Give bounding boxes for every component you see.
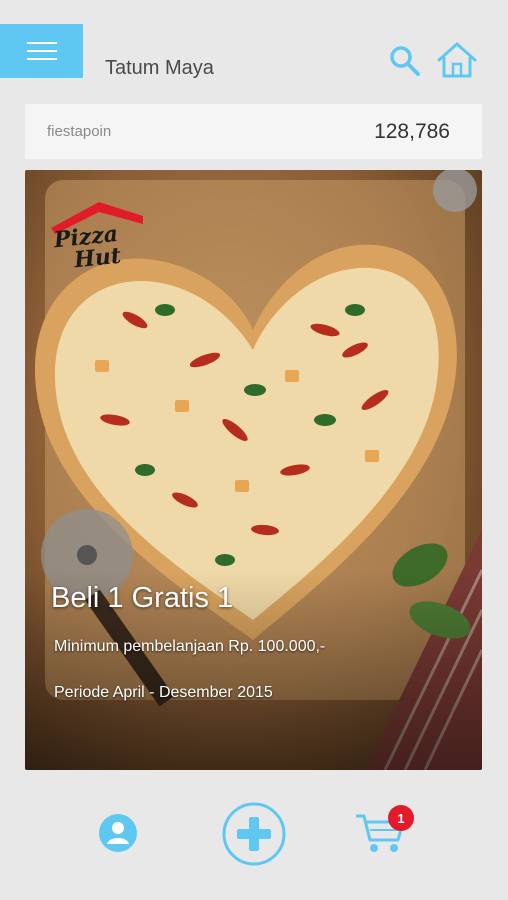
brand-logo-text: Pizza Hut: [53, 221, 123, 274]
promo-title: Beli 1 Gratis 1: [51, 582, 234, 614]
points-bar: fiestapoin 128,786: [25, 104, 482, 159]
menu-button[interactable]: [0, 24, 83, 78]
username: Tatum Maya: [105, 57, 214, 79]
promo-card[interactable]: Pizza Hut Beli 1 Gratis 1 Minimum pembel…: [25, 170, 482, 770]
search-icon[interactable]: [388, 40, 422, 80]
profile-icon[interactable]: [98, 813, 138, 853]
add-plus-icon[interactable]: [221, 801, 287, 867]
hamburger-menu-icon: [26, 36, 57, 66]
points-label: fiestapoin: [47, 123, 112, 140]
brand-line-2: Hut: [72, 242, 123, 274]
home-icon[interactable]: [435, 40, 479, 80]
cart-badge: 1: [388, 805, 414, 831]
promo-period: Periode April - Desember 2015: [54, 684, 273, 701]
points-value: 128,786: [374, 119, 450, 143]
promo-minimum: Minimum pembelanjaan Rp. 100.000,-: [54, 638, 326, 655]
